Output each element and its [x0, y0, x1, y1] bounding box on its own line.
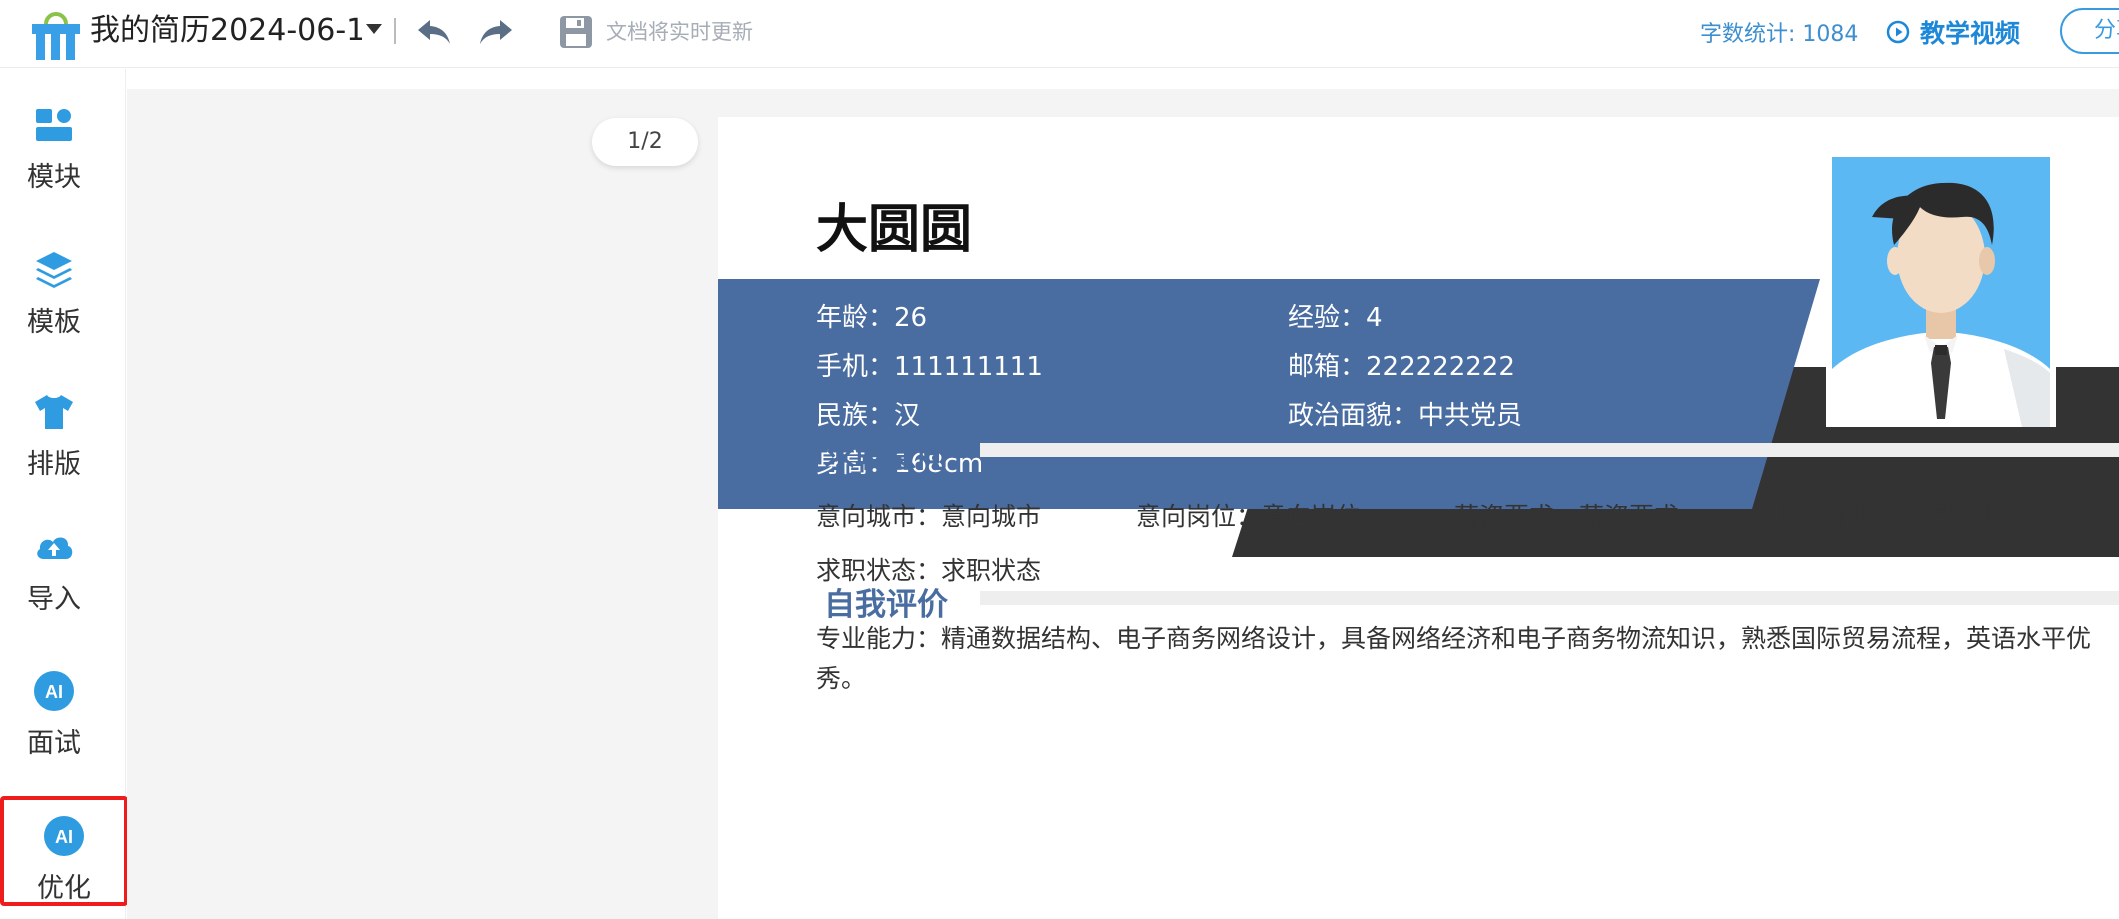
ai-badge-text: AI [55, 827, 73, 847]
section-divider [980, 591, 2119, 605]
chevron-down-icon[interactable] [366, 24, 382, 34]
info-phone[interactable]: 手机：111111111 [816, 346, 1043, 383]
info-email[interactable]: 邮箱：222222222 [1288, 346, 1515, 383]
layers-icon [36, 252, 72, 288]
ai-icon: AI [44, 816, 84, 856]
field-target-position[interactable]: 意向岗位：意向岗位 [1136, 497, 1361, 533]
resume-page[interactable]: 大圆圆 年龄：26 经验：4 手机：111111111 邮箱：222222222… [718, 117, 2119, 919]
sidebar-item-label: 导入 [27, 584, 81, 615]
sidebar-item-layout[interactable]: 排版 [0, 390, 108, 481]
self-evaluation-text[interactable]: 专业能力：精通数据结构、电子商务网络设计，具备网络经济和电子商务物流知识，熟悉国… [816, 619, 2116, 699]
shirt-icon [35, 395, 73, 429]
section-divider [980, 443, 2119, 457]
left-sidebar: 模块 模板 排版 导入 AI 面试 AI 优化 [0, 69, 128, 919]
tutorial-video-label: 教学视频 [1920, 19, 2021, 48]
sidebar-item-label: 优化 [37, 873, 91, 904]
section-title-self-evaluation[interactable]: 自我评价 [824, 579, 948, 624]
section-title-job-intention[interactable]: 求职意向 [824, 431, 948, 476]
cloud-upload-icon [37, 537, 73, 559]
app-logo [32, 12, 80, 60]
top-bar: 我的简历2024-06-14 文档将实时更新 字数统计: 1084 教学视频 分… [0, 0, 2119, 68]
play-circle-icon [1886, 20, 1910, 44]
sidebar-item-modules[interactable]: 模块 [0, 103, 108, 194]
modules-icon [36, 109, 72, 141]
save-icon[interactable] [556, 12, 596, 52]
info-ethnicity[interactable]: 民族：汉 [816, 395, 920, 432]
divider [394, 18, 396, 44]
tutorial-video-link[interactable]: 教学视频 [1886, 12, 2020, 52]
save-status-text: 文档将实时更新 [606, 20, 753, 44]
share-button[interactable]: 分享 [2060, 8, 2119, 54]
sidebar-item-label: 排版 [27, 449, 81, 480]
sidebar-item-label: 面试 [27, 728, 81, 759]
word-count: 字数统计: 1084 [1700, 22, 1859, 47]
sidebar-item-label: 模块 [27, 162, 81, 193]
ai-icon: AI [34, 671, 74, 711]
field-salary[interactable]: 薪资要求：薪资要求 [1454, 497, 1679, 533]
avatar [1832, 157, 2050, 427]
redo-icon[interactable] [474, 10, 518, 54]
sidebar-item-import[interactable]: 导入 [0, 525, 108, 616]
info-age[interactable]: 年龄：26 [816, 297, 927, 334]
undo-icon[interactable] [412, 10, 456, 54]
field-target-city[interactable]: 意向城市：意向城市 [816, 497, 1041, 533]
ai-badge-text: AI [45, 682, 63, 702]
resume-name[interactable]: 大圆圆 [816, 187, 972, 262]
profile-photo[interactable] [1826, 151, 2056, 427]
page-indicator: 1/2 [592, 118, 698, 166]
field-industry[interactable]: 期望行业：期望行业 [1772, 497, 1997, 533]
document-title[interactable]: 我的简历2024-06-14 [90, 12, 362, 50]
info-politics[interactable]: 政治面貌：中共党员 [1288, 395, 1522, 432]
sidebar-item-templates[interactable]: 模板 [0, 248, 108, 339]
sidebar-item-optimize[interactable]: AI 优化 [0, 796, 128, 906]
info-experience[interactable]: 经验：4 [1288, 297, 1383, 334]
sidebar-item-interview[interactable]: AI 面试 [0, 669, 108, 760]
sidebar-item-label: 模板 [27, 307, 81, 338]
